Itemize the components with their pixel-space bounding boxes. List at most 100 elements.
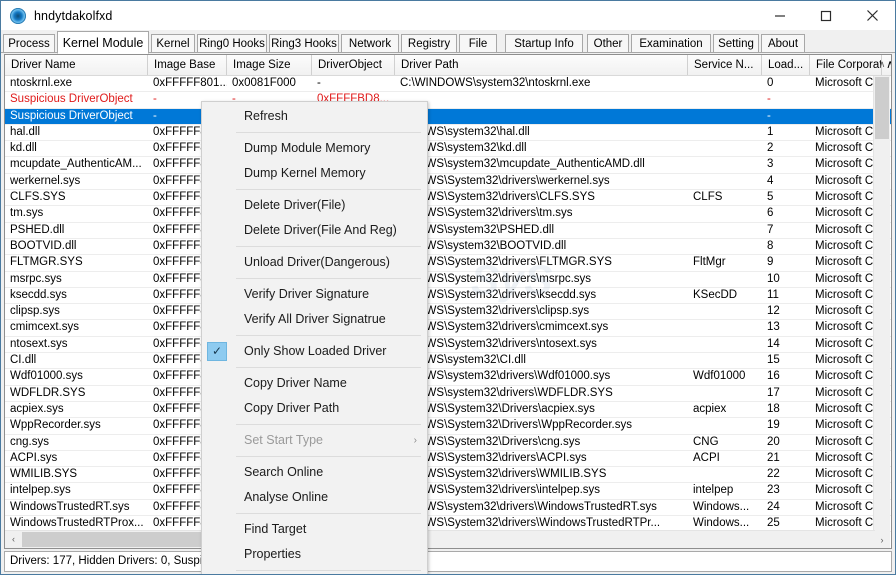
minimize-button[interactable] xyxy=(757,1,803,30)
table-row[interactable]: FLTMGR.SYS 0xFFFFF80(NDOWS\System32\drive… xyxy=(5,255,891,272)
column-header-load[interactable]: Load... xyxy=(762,55,810,75)
tab-kernel-module[interactable]: Kernel Module xyxy=(57,31,149,54)
table-row[interactable]: intelpep.sys 0xFFFFF80(NDOWS\System32\dri… xyxy=(5,483,891,500)
table-row[interactable]: kd.dll 0xFFFFF80(NDOWS\system32\kd.dll 2 Mi… xyxy=(5,141,891,158)
table-row[interactable]: Suspicious DriverObject--0xFFFFBD8...- xyxy=(5,92,891,109)
table-row[interactable]: ACPI.sys 0xFFFFF80(NDOWS\System32\drivers… xyxy=(5,451,891,468)
chevron-right-icon: › xyxy=(413,435,417,446)
table-row[interactable]: Wdf01000.sys 0xFFFFF80(NDOWS\system32\dri… xyxy=(5,369,891,386)
table-row[interactable]: msrpc.sys 0xFFFFF80(NDOWS\System32\driver… xyxy=(5,272,891,288)
cell-service xyxy=(688,109,762,124)
scroll-up-arrow[interactable]: ∧ xyxy=(874,56,890,72)
menu-item-label: Properties xyxy=(244,547,301,561)
context-menu[interactable]: Refresh Dump Module Memory Dump Kernel Mem… xyxy=(201,101,428,574)
menu-item-refresh[interactable]: Refresh xyxy=(202,104,427,129)
cell-service xyxy=(688,304,762,319)
table-row[interactable]: PSHED.dll 0xFFFFF80(NDOWS\system32\PSHED.… xyxy=(5,223,891,239)
tab-process[interactable]: Process xyxy=(3,34,55,53)
cell-corp: Microsoft Cor xyxy=(815,435,882,448)
table-row[interactable]: werkernel.sys 0xFFFFF80(NDOWS\System32\dr… xyxy=(5,174,891,191)
menu-item-copy-driver-name[interactable]: Copy Driver Name xyxy=(202,371,427,396)
vertical-scroll-thumb[interactable] xyxy=(875,77,889,139)
column-header-image-size[interactable]: Image Size xyxy=(227,55,312,75)
table-row[interactable]: mcupdate_AuthenticAM... 0xFFFFF80(NDOWS\s… xyxy=(5,157,891,174)
cell-load: 15 xyxy=(767,354,780,367)
column-header-driver-path[interactable]: Driver Path xyxy=(395,55,688,75)
table-row[interactable]: clipsp.sys 0xFFFFF80(NDOWS\System32\drive… xyxy=(5,304,891,321)
horizontal-scrollbar[interactable]: ‹ xyxy=(5,530,875,548)
table-row[interactable]: cng.sys 0xFFFFF80(NDOWS\System32\Drivers\… xyxy=(5,435,891,451)
tab-registry[interactable]: Registry xyxy=(401,34,457,53)
cell-load: 11 xyxy=(767,288,779,301)
menu-item-label: Unload Driver(Dangerous) xyxy=(244,255,390,269)
table-row[interactable]: ntoskrnl.exe 0xFFFFF801... 0x0081F000 - C:\W… xyxy=(5,76,891,93)
tab-about[interactable]: About xyxy=(761,34,805,53)
table-body[interactable]: ntoskrnl.exe 0xFFFFF801... 0x0081F000 - C:\W… xyxy=(5,76,891,548)
tab-examination[interactable]: Examination xyxy=(631,34,711,53)
vertical-scrollbar[interactable]: ∧ ∨ xyxy=(873,59,890,546)
scrollbar-corner-arrow[interactable]: › xyxy=(874,531,890,548)
table-row[interactable]: Suspicious DriverObject--0xFFFFBD8...- xyxy=(5,108,891,125)
table-row[interactable]: ntosext.sys 0xFFFFF80(NDOWS\System32\driv… xyxy=(5,337,891,354)
menu-item-verify-driver-signature[interactable]: Verify Driver Signature xyxy=(202,282,427,307)
tab-kernel[interactable]: Kernel xyxy=(151,34,195,53)
table-row[interactable]: ksecdd.sys 0xFFFFF80(NDOWS\System32\drive… xyxy=(5,288,891,305)
cell-size: 0x0081F000 xyxy=(232,77,296,89)
menu-item-properties[interactable]: Properties xyxy=(202,542,427,567)
menu-item-unload-driver-dangerous[interactable]: Unload Driver(Dangerous) xyxy=(202,250,427,275)
menu-item-dump-module-memory[interactable]: Dump Module Memory xyxy=(202,136,427,161)
menu-item-only-show-loaded-driver[interactable]: ✓ Only Show Loaded Driver xyxy=(202,339,427,364)
table-header-row[interactable]: Driver Name Image Base Image Size DriverObj… xyxy=(5,55,891,76)
tab-setting[interactable]: Setting xyxy=(713,34,759,53)
driver-list-view: Driver Name Image Base Image Size DriverObj… xyxy=(4,54,892,549)
cell-load: 9 xyxy=(767,256,774,269)
menu-item-label: Verify Driver Signature xyxy=(244,287,370,301)
column-header-driverobject[interactable]: DriverObject xyxy=(312,55,395,75)
cell-corp: Microsoft Cor xyxy=(815,158,882,171)
menu-item-delete-driver-file-and-reg[interactable]: Delete Driver(File And Reg) xyxy=(202,218,427,243)
close-button[interactable] xyxy=(849,1,895,30)
cell-corp xyxy=(810,109,882,124)
table-row[interactable]: tm.sys 0xFFFFF80(NDOWS\System32\drivers\t… xyxy=(5,206,891,223)
cell-path xyxy=(395,92,688,107)
table-row[interactable]: hal.dll 0xFFFFF80(NDOWS\system32\hal.dll 1… xyxy=(5,125,891,142)
column-header-service-n[interactable]: Service N... xyxy=(688,55,762,75)
maximize-button[interactable] xyxy=(803,1,849,30)
menu-item-delete-driver-file[interactable]: Delete Driver(File) xyxy=(202,193,427,218)
cell-load: - xyxy=(767,109,771,122)
table-row[interactable]: CLFS.SYS 0xFFFFF80(NDOWS\System32\drivers… xyxy=(5,190,891,207)
tab-ring0-hooks[interactable]: Ring0 Hooks xyxy=(197,34,267,53)
tab-startup-info[interactable]: Startup Info xyxy=(505,34,583,53)
cell-service xyxy=(688,337,762,352)
table-row[interactable]: WppRecorder.sys 0xFFFFF80(NDOWS\System32\… xyxy=(5,418,891,435)
tab-ring3-hooks[interactable]: Ring3 Hooks xyxy=(269,34,339,53)
cell-load: 5 xyxy=(767,191,774,204)
table-row[interactable]: WDFLDR.SYS 0xFFFFF80(NDOWS\system32\drive… xyxy=(5,386,891,402)
table-row[interactable]: cmimcext.sys 0xFFFFF80(NDOWS\System32\dri… xyxy=(5,320,891,337)
menu-item-find-target[interactable]: Find Target xyxy=(202,517,427,542)
table-row[interactable]: acpiex.sys 0xFFFFF80(NDOWS\System32\Drive… xyxy=(5,402,891,419)
table-row[interactable]: WindowsTrustedRT.sys 0xFFFFF80(NDOWS\syst… xyxy=(5,500,891,517)
cell-name: BOOTVID.dll xyxy=(10,239,77,252)
menu-item-label: Search Online xyxy=(244,465,324,479)
tab-file[interactable]: File xyxy=(459,34,497,53)
menu-item-label: Verify All Driver Signatrue xyxy=(244,312,386,326)
cell-load: 1 xyxy=(767,125,774,138)
menu-item-label: Analyse Online xyxy=(244,490,329,504)
table-row[interactable]: BOOTVID.dll 0xFFFFF80(NDOWS\system32\BOOT… xyxy=(5,239,891,256)
menu-separator xyxy=(236,456,421,457)
tab-network[interactable]: Network xyxy=(341,34,399,53)
menu-item-copy-driver-path[interactable]: Copy Driver Path xyxy=(202,396,427,421)
menu-item-analyse-online[interactable]: Analyse Online xyxy=(202,485,427,510)
column-header-driver-name[interactable]: Driver Name xyxy=(5,55,148,75)
table-row[interactable]: CI.dll 0xFFFFF80(NDOWS\system32\CI.dll 15 M… xyxy=(5,353,891,370)
tab-other[interactable]: Other xyxy=(587,34,629,53)
table-row[interactable]: WMILIB.SYS 0xFFFFF80(NDOWS\System32\drive… xyxy=(5,467,891,484)
cell-corp: Microsoft Cor xyxy=(815,337,882,350)
menu-item-dump-kernel-memory[interactable]: Dump Kernel Memory xyxy=(202,161,427,186)
menu-item-verify-all-driver-signatrue[interactable]: Verify All Driver Signatrue xyxy=(202,307,427,332)
scroll-left-arrow[interactable]: ‹ xyxy=(5,531,22,547)
column-header-image-base[interactable]: Image Base xyxy=(148,55,227,75)
menu-item-search-online[interactable]: Search Online xyxy=(202,460,427,485)
column-header-file-corporat[interactable]: File Corporat xyxy=(810,55,882,75)
